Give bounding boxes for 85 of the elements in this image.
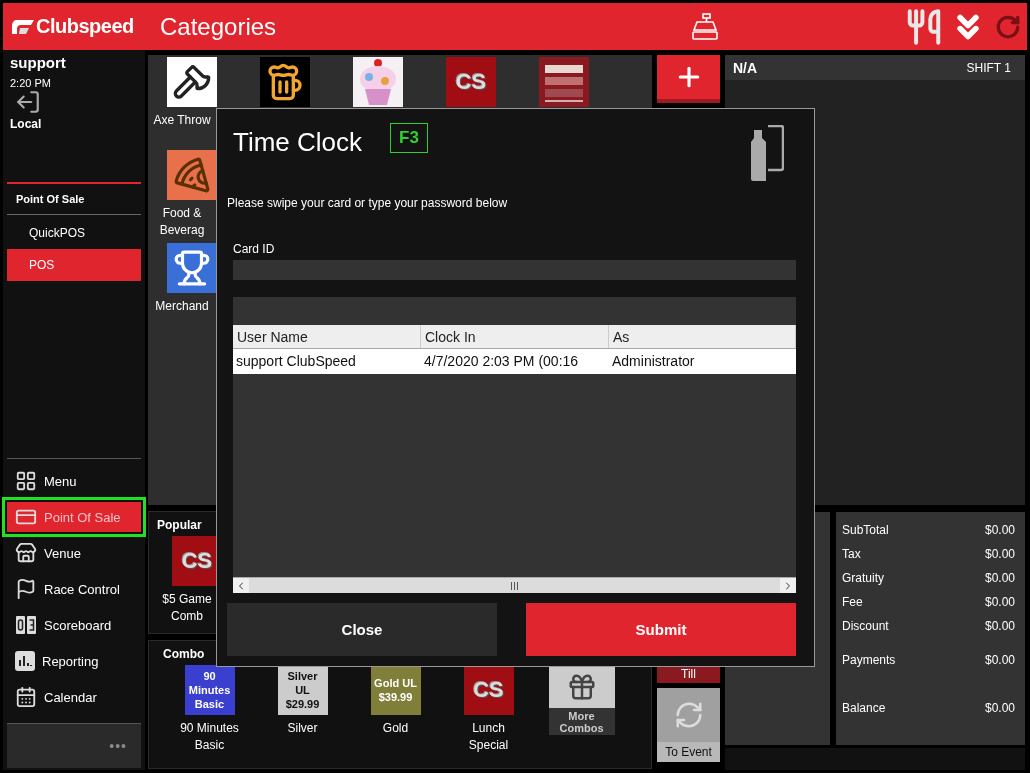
bar-chart-icon bbox=[15, 651, 35, 671]
flag-icon bbox=[15, 578, 37, 600]
column-header[interactable]: As bbox=[609, 325, 796, 349]
product-tile[interactable]: CS bbox=[446, 57, 496, 107]
utensils-icon[interactable] bbox=[905, 7, 943, 46]
tile-label: Merchand bbox=[154, 298, 210, 315]
tile-label: Axe Throw bbox=[152, 112, 212, 129]
total-value: $0.00 bbox=[984, 701, 1015, 715]
table-cell-text: support ClubSpeed bbox=[235, 352, 357, 372]
grid-icon bbox=[15, 470, 37, 492]
to-event-button[interactable]: To Event bbox=[657, 688, 720, 762]
product-tile[interactable] bbox=[167, 57, 217, 107]
dialog-title: Time Clock bbox=[233, 127, 363, 158]
clock-time: 2:20 PM bbox=[9, 77, 52, 89]
hotkey-badge: F3 bbox=[390, 123, 428, 153]
order-name: N/A bbox=[733, 59, 758, 76]
card-id-field[interactable] bbox=[233, 259, 796, 281]
page-title: Categories bbox=[160, 12, 277, 41]
location-label: Local bbox=[9, 117, 43, 131]
sidebar-item[interactable]: QuickPOS bbox=[7, 217, 141, 249]
product-tile[interactable] bbox=[260, 57, 310, 107]
calendar-icon bbox=[15, 686, 37, 708]
total-label: Balance bbox=[842, 701, 886, 715]
tile-label: Gold bbox=[381, 720, 410, 737]
instruction-text: Please swipe your card or type your password below bbox=[227, 195, 509, 210]
total-value: $0.00 bbox=[984, 547, 1015, 561]
total-label: SubTotal bbox=[842, 523, 889, 537]
total-label: Gratuity bbox=[842, 571, 884, 585]
column-header[interactable]: User Name bbox=[233, 325, 421, 349]
tile-label: Lunch Special bbox=[467, 720, 510, 754]
product-tile[interactable]: 90 Minutes Basic bbox=[184, 665, 235, 715]
nav-item[interactable]: Race Control bbox=[7, 571, 141, 607]
logout-icon[interactable] bbox=[15, 89, 41, 115]
total-label: Fee bbox=[842, 595, 863, 609]
total-value: $0.00 bbox=[984, 653, 1015, 667]
more-combos-tile[interactable]: More Combos bbox=[548, 665, 615, 735]
close-button[interactable]: Close bbox=[227, 603, 497, 656]
column-header[interactable]: Clock In bbox=[421, 325, 609, 349]
tile-label: 90 Minutes Basic bbox=[179, 720, 240, 754]
section-heading: Point Of Sale bbox=[7, 182, 141, 215]
tile-label: Silver bbox=[286, 720, 319, 737]
nav-item[interactable]: Reporting bbox=[7, 643, 141, 679]
axe-icon bbox=[172, 62, 212, 102]
total-label: Discount bbox=[842, 619, 889, 633]
scoreboard-icon bbox=[15, 615, 37, 635]
product-tile[interactable] bbox=[167, 243, 217, 293]
table-cell-text: 4/7/2020 2:03 PM (00:16 bbox=[423, 352, 580, 372]
card-swipe-icon bbox=[750, 125, 784, 183]
horizontal-scrollbar[interactable] bbox=[233, 577, 796, 593]
tile-label: $5 Game Comb bbox=[161, 591, 213, 625]
section-title: Combo bbox=[162, 646, 206, 663]
add-button[interactable] bbox=[657, 55, 720, 103]
total-value: $0.00 bbox=[984, 571, 1015, 585]
product-tile[interactable] bbox=[167, 150, 217, 200]
more-button[interactable]: ••• bbox=[7, 723, 141, 768]
total-value: $0.00 bbox=[984, 523, 1015, 537]
product-tile[interactable]: Silver UL $29.99 bbox=[277, 665, 328, 715]
total-value: $0.00 bbox=[984, 595, 1015, 609]
table-cell-text: Administrator bbox=[611, 352, 696, 372]
user-name: support bbox=[9, 54, 67, 71]
nav-item[interactable]: Menu bbox=[7, 463, 141, 499]
trophy-icon bbox=[173, 249, 211, 287]
product-tile[interactable]: Gold UL $39.99 bbox=[370, 665, 421, 715]
store-icon bbox=[15, 542, 37, 564]
nav-item[interactable]: Scoreboard bbox=[7, 607, 141, 643]
section-title: Popular bbox=[156, 517, 203, 534]
tile-caption: More Combos bbox=[558, 710, 605, 734]
tile-label: Food & Beverag bbox=[158, 205, 206, 239]
pizza-icon bbox=[173, 156, 211, 194]
total-label: Tax bbox=[842, 547, 861, 561]
field-label: Card ID bbox=[233, 241, 276, 256]
total-value: $0.00 bbox=[984, 619, 1015, 633]
brand-name: Clubspeed bbox=[36, 15, 134, 38]
nav-item[interactable]: Calendar bbox=[7, 679, 141, 715]
cash-register-icon[interactable] bbox=[691, 12, 719, 41]
nav-item[interactable]: Venue bbox=[7, 535, 141, 571]
sidebar-item[interactable]: POS bbox=[7, 249, 141, 281]
table-row[interactable]: support ClubSpeed 4/7/2020 2:03 PM (00:16 Administrator bbox=[233, 349, 796, 375]
total-label: Payments bbox=[842, 653, 896, 667]
submit-button[interactable]: Submit bbox=[526, 603, 796, 656]
shift-label: SHIFT 1 bbox=[966, 60, 1011, 75]
refresh-icon[interactable] bbox=[995, 13, 1021, 40]
logo-icon bbox=[12, 19, 34, 34]
product-tile[interactable]: CS bbox=[463, 665, 514, 715]
beer-mug-icon bbox=[265, 62, 305, 102]
